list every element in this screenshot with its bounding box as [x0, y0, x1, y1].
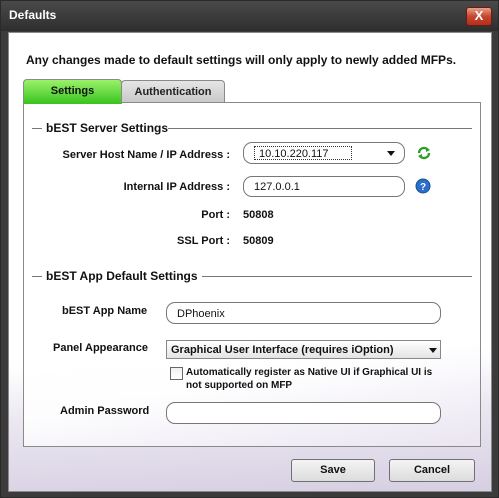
- defaults-dialog: Defaults X Any changes made to default s…: [0, 0, 499, 498]
- host-value: 10.10.220.117: [254, 146, 352, 160]
- ssl-port-value: 50809: [243, 235, 274, 247]
- panel-appearance-select[interactable]: Graphical User Interface (requires iOpti…: [166, 340, 441, 359]
- ssl-port-label: SSL Port :: [177, 235, 230, 247]
- app-name-label: bEST App Name: [62, 305, 148, 317]
- tab-settings[interactable]: Settings: [23, 79, 122, 104]
- panel-appearance-label: Panel Appearance: [53, 342, 148, 354]
- close-button[interactable]: X: [466, 7, 492, 26]
- admin-password-label: Admin Password: [60, 405, 150, 417]
- tab-authentication[interactable]: Authentication: [121, 80, 225, 103]
- title-bar[interactable]: Defaults X: [1, 1, 498, 31]
- section-divider: [32, 276, 42, 277]
- dialog-body: Any changes made to default settings wil…: [8, 32, 492, 492]
- port-label: Port :: [201, 209, 230, 221]
- native-ui-checkbox[interactable]: [170, 367, 183, 380]
- svg-text:?: ?: [420, 182, 426, 193]
- port-value: 50808: [243, 209, 274, 221]
- chevron-down-icon: [429, 348, 437, 353]
- internal-ip-label: Internal IP Address :: [123, 181, 230, 193]
- notice-text: Any changes made to default settings wil…: [26, 53, 457, 67]
- window-title: Defaults: [9, 8, 57, 22]
- cancel-button[interactable]: Cancel: [389, 459, 475, 482]
- native-ui-checkbox-label: Automatically register as Native UI if G…: [186, 367, 433, 391]
- app-section-title: bEST App Default Settings: [46, 269, 198, 283]
- server-section-title: bEST Server Settings: [46, 121, 169, 135]
- host-label: Server Host Name / IP Address :: [62, 149, 230, 161]
- admin-password-field[interactable]: [166, 402, 441, 424]
- section-divider: [202, 276, 472, 277]
- host-combo[interactable]: 10.10.220.117: [243, 142, 405, 164]
- internal-ip-field[interactable]: 127.0.0.1: [243, 176, 405, 197]
- settings-panel: bEST Server Settings Server Host Name / …: [23, 102, 481, 447]
- panel-appearance-value: Graphical User Interface (requires iOpti…: [171, 344, 394, 356]
- save-button[interactable]: Save: [291, 459, 375, 482]
- section-divider: [32, 128, 42, 129]
- app-name-field[interactable]: DPhoenix: [166, 302, 441, 324]
- chevron-down-icon: [387, 151, 395, 156]
- close-icon: X: [474, 8, 484, 23]
- refresh-icon[interactable]: [416, 145, 432, 161]
- help-icon[interactable]: ?: [415, 178, 431, 194]
- section-divider: [168, 128, 472, 129]
